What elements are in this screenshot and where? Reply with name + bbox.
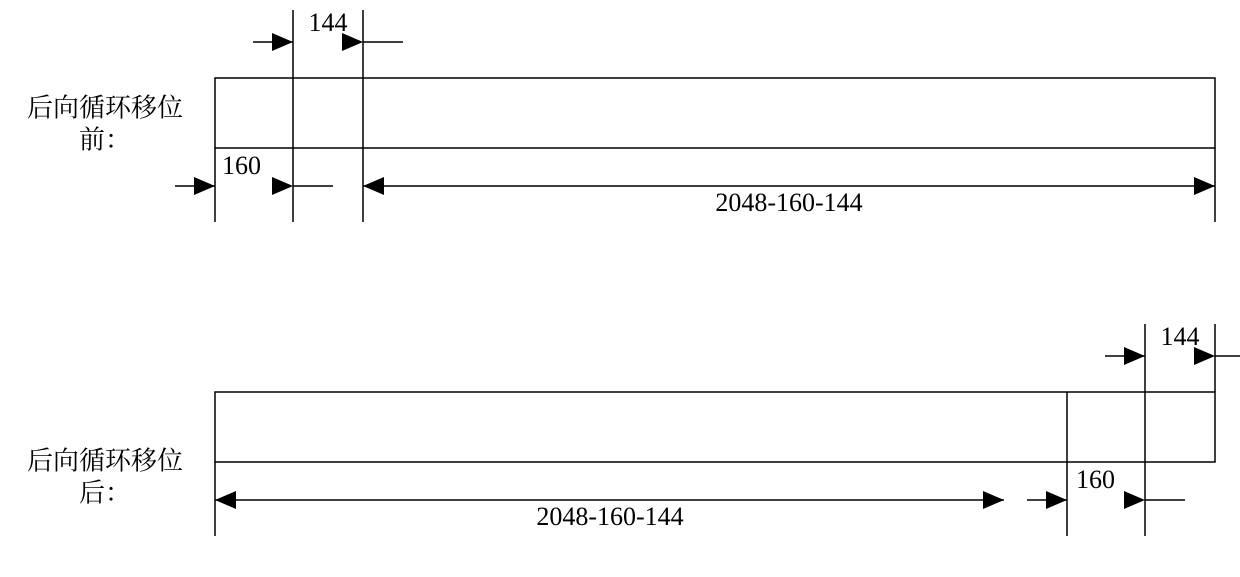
top-main-value: 2048-160-144 [715,188,862,217]
bottom-160-value: 160 [1076,465,1115,494]
bottom-144-value: 144 [1161,322,1200,351]
cyclic-shift-diagram: 后向循环移位 前： 144 160 2048-160-144 后向循环移位 后：… [0,0,1240,577]
label-after-line2: 后： [79,473,131,510]
label-before-line2: 前： [79,120,131,157]
top-144-value: 144 [309,8,348,37]
bottom-rect [215,392,1215,462]
top-160-value: 160 [222,151,261,180]
top-rect [215,78,1215,148]
bottom-main-value: 2048-160-144 [536,502,683,531]
